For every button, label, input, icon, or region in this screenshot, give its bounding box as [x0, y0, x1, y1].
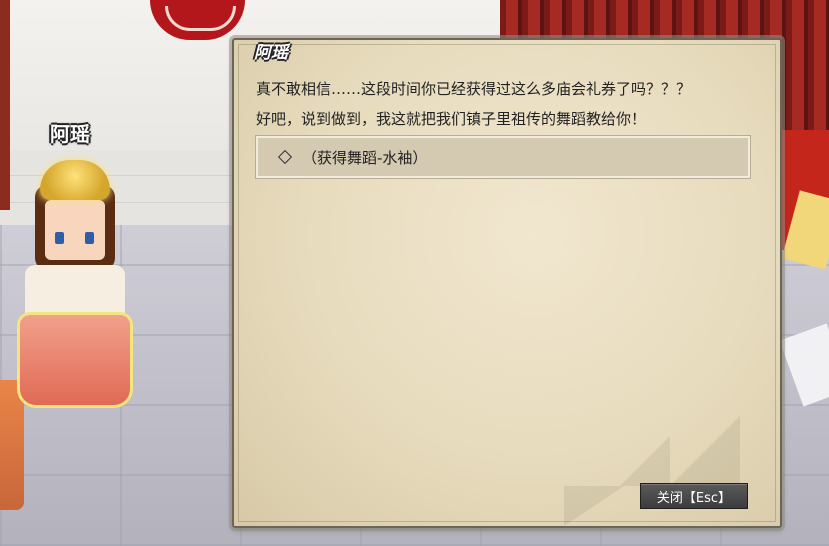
red-pillar [0, 0, 10, 210]
dialog-line: 好吧，说到做到，我这就把我们镇子里祖传的舞蹈教给你！ [256, 110, 647, 128]
npc-face [45, 200, 105, 260]
npc-skirt [20, 315, 130, 405]
npc-eye-left [55, 232, 64, 244]
parchment-pattern [564, 486, 624, 526]
dialog-option-get-dance[interactable]: （获得舞蹈-水袖） [256, 136, 750, 178]
close-button[interactable]: 关闭【Esc】 [640, 483, 748, 509]
dialog-option-label: （获得舞蹈-水袖） [302, 148, 428, 167]
npc-eye-right [85, 232, 94, 244]
npc-crown [40, 160, 110, 200]
dialog-panel: 阿瑶 真不敢相信……这段时间你已经获得过这么多庙会礼券了吗？？？ 好吧，说到做到… [232, 38, 782, 528]
npc-name-label: 阿瑶 [50, 122, 90, 146]
npc-character[interactable] [10, 150, 140, 410]
diamond-icon [277, 149, 293, 165]
speaker-name: 阿瑶 [254, 43, 288, 63]
dialog-line: 真不敢相信……这段时间你已经获得过这么多庙会礼券了吗？？？ [256, 80, 692, 98]
parchment-pattern [620, 436, 670, 486]
